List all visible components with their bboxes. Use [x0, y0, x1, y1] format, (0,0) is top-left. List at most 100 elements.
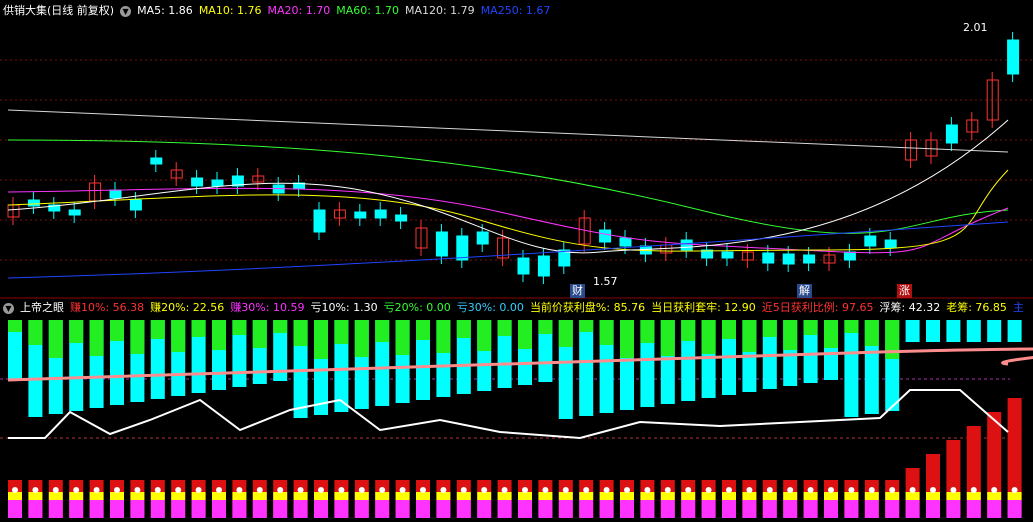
- volume-dot: [746, 487, 753, 493]
- profit20-label: 赚20%: 22.56: [150, 301, 225, 314]
- volume-bar: [191, 492, 206, 500]
- candle-body: [354, 211, 367, 219]
- volume-bar: [660, 492, 675, 500]
- volume-bar: [783, 492, 798, 500]
- volume-dot: [664, 487, 671, 493]
- volume-bar: [171, 500, 186, 518]
- volume-dot: [175, 487, 182, 493]
- chip-bar: [150, 320, 165, 339]
- chip-bar: [987, 320, 1002, 342]
- volume-bar: [110, 500, 124, 518]
- volume-dot: [950, 487, 957, 493]
- chip-bar: [681, 320, 696, 341]
- volume-bar: [293, 500, 308, 518]
- volume-dot: [379, 487, 386, 493]
- volume-bar: [681, 500, 696, 518]
- volume-dot: [236, 487, 243, 493]
- volume-dot: [542, 487, 549, 493]
- chip-bar: [8, 320, 22, 332]
- candle-body: [945, 124, 958, 144]
- volume-bar: [599, 500, 614, 518]
- chip-bar: [558, 320, 573, 347]
- volume-bar: [660, 500, 675, 518]
- volume-bar: [334, 500, 349, 518]
- volume-dot: [1011, 487, 1018, 493]
- volume-bar: [905, 492, 920, 500]
- chip-bar: [171, 320, 186, 352]
- daily-profit-label: 当日获利套牢: 12.90: [651, 301, 756, 314]
- chip-bar: [273, 320, 288, 333]
- event-badge-unlock[interactable]: 解: [797, 284, 812, 298]
- chip-bar: [314, 320, 328, 359]
- volume-dot: [12, 487, 18, 493]
- candle-body: [864, 235, 877, 247]
- chip-bar: [334, 320, 349, 344]
- candle-body: [435, 231, 448, 257]
- candle-body: [109, 189, 122, 199]
- volume-bar: [538, 492, 553, 500]
- volume-dot: [73, 487, 80, 493]
- main-indicator-bar: 供销大集(日线 前复权) ▼ MA5: 1.86 MA10: 1.76 MA20: 1.…: [0, 2, 1033, 20]
- volume-bar: [375, 492, 390, 500]
- volume-dot: [807, 487, 814, 493]
- volume-bar: [926, 500, 940, 518]
- chip-bar: [130, 320, 145, 354]
- volume-dot: [420, 487, 426, 493]
- ma5-label: MA5: 1.86: [137, 4, 193, 17]
- volume-bar: [150, 500, 165, 518]
- volume-dot: [297, 487, 304, 493]
- volume-bar: [640, 500, 655, 518]
- volume-dot: [440, 487, 447, 493]
- chip-bar: [436, 320, 451, 353]
- chip-bar: [375, 320, 390, 342]
- volume-bar: [395, 500, 410, 518]
- volume-bar: [824, 492, 838, 500]
- ma10-line: [7, 169, 1009, 252]
- volume-bar: [171, 492, 186, 500]
- volume-dot: [134, 487, 141, 493]
- volume-bar: [354, 500, 369, 518]
- loss20-label: 亏20%: 0.00: [383, 301, 451, 314]
- volume-bar: [232, 492, 247, 500]
- volume-dot: [970, 487, 977, 493]
- event-badge-rise[interactable]: 涨: [897, 284, 912, 298]
- chip-bar: [701, 320, 716, 354]
- candle-body: [762, 252, 775, 264]
- volume-bar: [436, 492, 451, 500]
- volume-bar: [620, 500, 634, 518]
- candle-body: [313, 209, 326, 233]
- volume-bar: [742, 492, 757, 500]
- volume-bar: [762, 492, 777, 500]
- chip-bar: [354, 320, 369, 357]
- old-chips-label: 老筹: 76.85: [946, 301, 1007, 314]
- settings-icon[interactable]: ▼: [3, 302, 14, 314]
- chip-bar: [742, 320, 757, 352]
- volume-bar: [987, 492, 1002, 500]
- volume-bar: [252, 492, 267, 500]
- volume-bar: [375, 500, 390, 518]
- chip-bar: [803, 320, 818, 335]
- volume-bar: [864, 492, 879, 500]
- chip-bar: [456, 320, 471, 338]
- volume-bar: [89, 500, 104, 518]
- price-low-label: 1.57: [593, 275, 618, 288]
- volume-dot: [399, 487, 406, 493]
- chip-bar: [538, 320, 553, 334]
- volume-bar: [252, 500, 267, 518]
- chip-bar: [966, 320, 981, 342]
- volume-bar: [558, 492, 573, 500]
- chip-bar: [926, 320, 940, 342]
- volume-bar: [130, 492, 145, 500]
- candle-body: [803, 254, 816, 264]
- volume-dot: [32, 487, 39, 493]
- chip-bar: [518, 320, 532, 349]
- chip-bar: [89, 320, 104, 356]
- chevron-down-icon[interactable]: ▼: [120, 5, 132, 17]
- volume-bar: [803, 500, 818, 518]
- volume-bar: [212, 500, 226, 518]
- volume-bar: [966, 500, 981, 518]
- volume-bar: [885, 500, 900, 518]
- event-badge-finance[interactable]: 财: [570, 284, 585, 298]
- volume-bar: [48, 492, 63, 500]
- volume-dot: [522, 487, 528, 493]
